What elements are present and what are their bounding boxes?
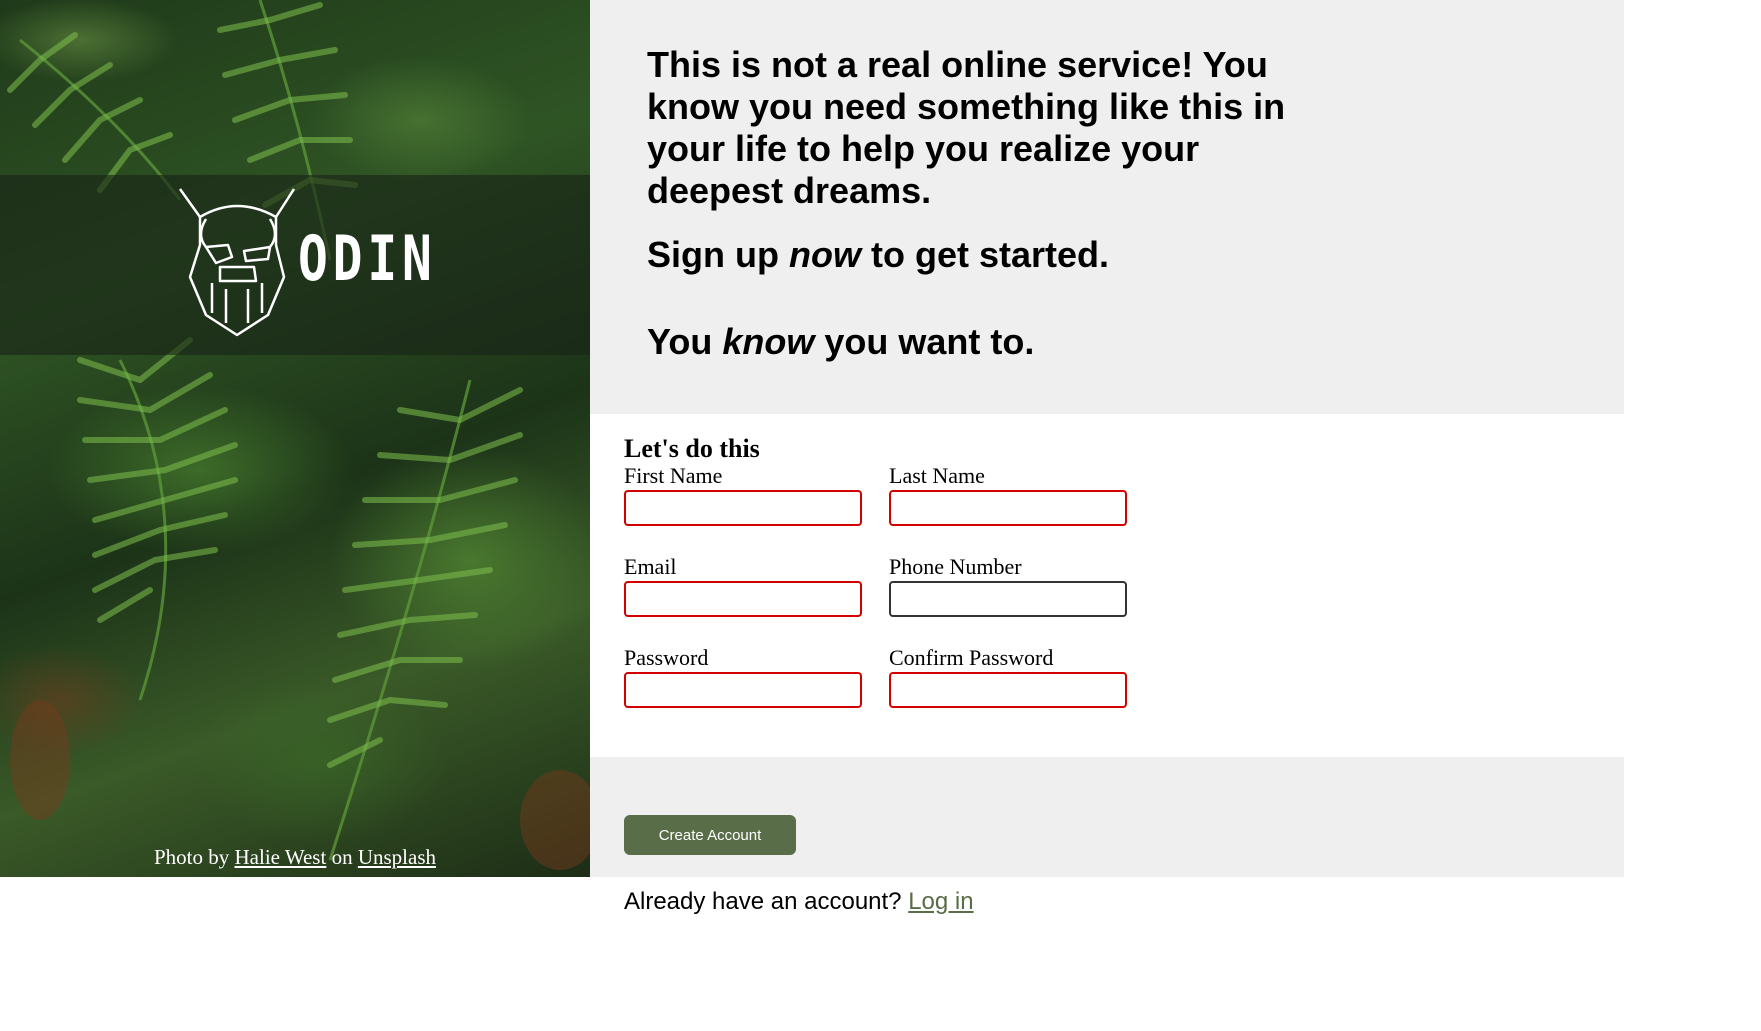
intro-text: This is not a real online service! You k… [647, 44, 1287, 363]
form-footer: Create Account [590, 757, 1624, 877]
want-emphasis: know [722, 321, 815, 362]
last-name-input[interactable] [889, 490, 1127, 526]
confirm-password-input[interactable] [889, 672, 1127, 708]
first-name-label: First Name [624, 463, 723, 488]
form-title: Let's do this [624, 434, 760, 463]
confirm-password-group: Confirm Password [889, 646, 1127, 708]
intro-signup-line: Sign up now to get started. [647, 234, 1287, 276]
password-input[interactable] [624, 672, 862, 708]
password-label: Password [624, 645, 709, 670]
phone-label: Phone Number [889, 554, 1022, 579]
intro-want-line: You know you want to. [647, 321, 1287, 363]
want-before: You [647, 321, 723, 362]
login-prompt: Already have an account? Log in [624, 888, 974, 916]
unsplash-link[interactable]: Unsplash [358, 845, 436, 869]
password-group: Password [624, 646, 862, 708]
photo-author-link[interactable]: Halie West [235, 845, 327, 869]
confirm-password-label: Confirm Password [889, 645, 1054, 670]
login-link[interactable]: Log in [908, 888, 973, 915]
photo-credit-prefix: Photo by [153, 845, 235, 869]
phone-group: Phone Number [889, 555, 1127, 617]
last-name-group: Last Name [889, 464, 1127, 526]
odin-viking-logo-icon [178, 188, 296, 337]
email-group: Email [624, 555, 862, 617]
signup-after: to get started. [860, 234, 1109, 275]
fern-background-image [7, 0, 590, 870]
signup-form: Let's do this First Name Last Name Email… [590, 414, 1624, 757]
logo-wordmark: ODIN [298, 222, 437, 295]
signup-before: Sign up [647, 234, 789, 275]
first-name-group: First Name [624, 464, 862, 526]
photo-credit: Photo by Halie West on Unsplash [0, 845, 590, 870]
login-prompt-text: Already have an account? [624, 888, 909, 915]
phone-input[interactable] [889, 581, 1127, 617]
photo-credit-middle: on [326, 845, 358, 869]
last-name-label: Last Name [889, 463, 985, 488]
intro-disclaimer: This is not a real online service! You k… [647, 44, 1286, 211]
hero-photo-panel: ODIN Photo by Halie West on Unsplash [0, 0, 590, 877]
intro-panel: This is not a real online service! You k… [590, 0, 1624, 414]
first-name-input[interactable] [624, 490, 862, 526]
create-account-button[interactable]: Create Account [624, 815, 796, 855]
email-input[interactable] [624, 581, 862, 617]
email-label: Email [624, 554, 677, 579]
signup-emphasis: now [788, 234, 861, 275]
want-after: you want to. [814, 321, 1035, 362]
